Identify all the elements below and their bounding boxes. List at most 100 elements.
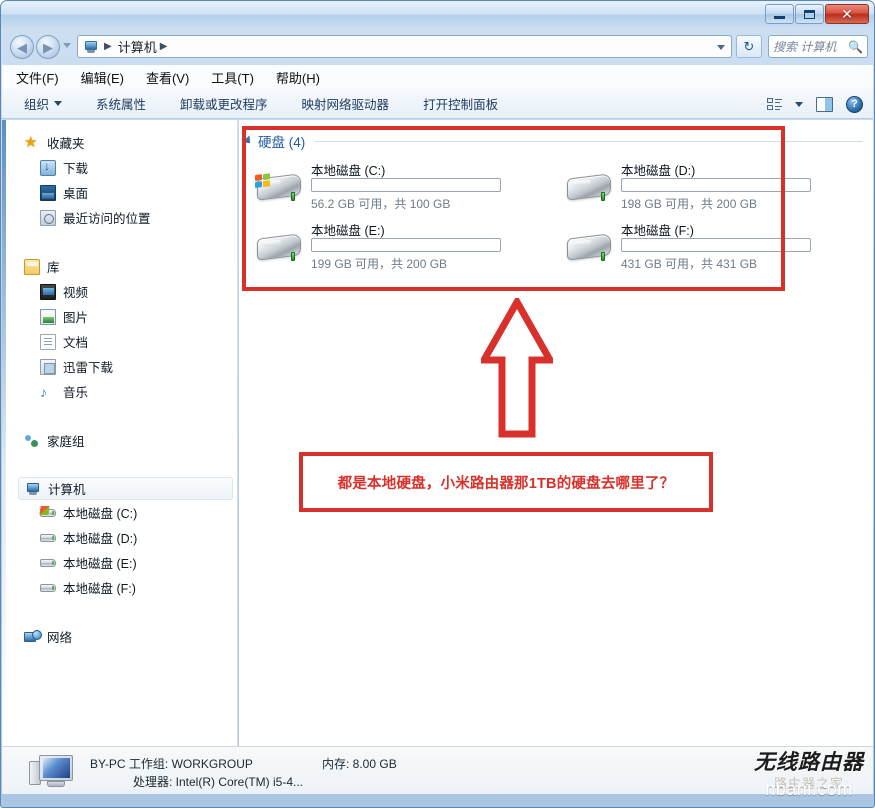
group-title: 硬盘 (4)	[258, 135, 306, 150]
search-input[interactable]: 搜索 计算机 🔍	[768, 35, 868, 58]
annotation-arrow-up-icon	[477, 294, 557, 438]
sidebar-item-computer[interactable]: 计算机	[18, 477, 233, 500]
pictures-icon	[40, 308, 56, 325]
change-view-icon[interactable]	[767, 97, 782, 111]
sidebar-item-favorites[interactable]: ★ 收藏夹	[2, 130, 237, 155]
status-memory: 内存: 8.00 GB	[322, 757, 397, 771]
star-icon: ★	[24, 133, 38, 151]
collapse-triangle-icon[interactable]	[242, 135, 254, 147]
sidebar-label-drive-d: 本地磁盘 (D:)	[63, 532, 138, 546]
maximize-button[interactable]	[795, 4, 824, 24]
sidebar-group-computer: 计算机 本地磁盘 (C:) 本地磁盘 (D:) 本地磁盘 (E:) 本地磁盘 (…	[2, 477, 237, 600]
drive-item-e[interactable]: 本地磁盘 (E:) 199 GB 可用，共 200 GB	[245, 216, 505, 274]
sidebar-group-homegroup: 家庭组	[2, 428, 237, 453]
sidebar-label-pictures: 图片	[63, 311, 89, 325]
view-chevron-down-icon[interactable]	[795, 101, 803, 107]
sidebar-label-downloads: 下载	[63, 162, 89, 176]
refresh-button[interactable]: ↻	[736, 35, 762, 58]
sidebar-item-desktop[interactable]: 桌面	[2, 180, 237, 205]
help-icon[interactable]: ?	[846, 95, 863, 113]
preview-pane-icon[interactable]	[816, 96, 833, 112]
back-button[interactable]: ◀	[10, 35, 34, 59]
sidebar-label-drive-f: 本地磁盘 (F:)	[63, 582, 136, 596]
annotation-note-text: 都是本地硬盘，小米路由器那1TB的硬盘去哪里了？	[337, 475, 675, 492]
drive-item-f[interactable]: 本地磁盘 (F:) 431 GB 可用，共 431 GB	[555, 216, 815, 274]
library-icon	[24, 258, 40, 275]
history-dropdown-icon[interactable]	[63, 43, 71, 48]
search-icon: 🔍	[848, 39, 863, 54]
sidebar-label-documents: 文档	[63, 336, 89, 350]
breadcrumb[interactable]: ▶ 计算机 ▶	[77, 35, 732, 58]
drive-usage-bar-f	[621, 238, 811, 252]
sidebar-item-videos[interactable]: 视频	[2, 279, 237, 304]
drive-usage-text-d: 198 GB 可用，共 200 GB	[621, 197, 758, 211]
menu-edit[interactable]: 编辑(E)	[81, 68, 124, 87]
sidebar-item-libraries[interactable]: 库	[2, 254, 237, 279]
sidebar-item-drive-c[interactable]: 本地磁盘 (C:)	[2, 500, 237, 525]
group-header-hard-disks[interactable]: 硬盘 (4)	[242, 131, 863, 151]
sidebar-item-downloads[interactable]: 下载	[2, 155, 237, 180]
sidebar-label-thunder-download: 迅雷下载	[63, 361, 114, 375]
uninstall-change-program-button[interactable]: 卸载或更改程序	[180, 94, 268, 113]
command-bar: 组织 系统属性 卸载或更改程序 映射网络驱动器 打开控制面板 ?	[2, 89, 873, 119]
organize-label: 组织	[24, 98, 50, 112]
minimize-icon	[774, 16, 785, 19]
sidebar-item-drive-d[interactable]: 本地磁盘 (D:)	[2, 525, 237, 550]
sidebar-item-thunder-download[interactable]: 迅雷下载	[2, 354, 237, 379]
sidebar-label-drive-c: 本地磁盘 (C:)	[63, 507, 138, 521]
sidebar-item-network[interactable]: 网络	[2, 624, 237, 649]
sidebar-label-videos: 视频	[63, 286, 89, 300]
forward-button[interactable]: ▶	[36, 35, 60, 59]
drive-usage-text-f: 431 GB 可用，共 431 GB	[621, 257, 758, 271]
watermark-url-text: nbahi.com	[765, 779, 853, 799]
breadcrumb-item-computer[interactable]: 计算机	[118, 37, 157, 56]
close-icon: ✕	[841, 5, 853, 22]
breadcrumb-separator-icon-2[interactable]: ▶	[160, 41, 168, 52]
sidebar-item-drive-f[interactable]: 本地磁盘 (F:)	[2, 575, 237, 600]
sidebar-item-recent-places[interactable]: 最近访问的位置	[2, 205, 237, 230]
menu-help[interactable]: 帮助(H)	[276, 68, 320, 87]
watermark: 无线路由器 路由器之家 nbahi.com	[749, 749, 869, 805]
sidebar-item-documents[interactable]: 文档	[2, 329, 237, 354]
desktop-icon	[40, 184, 56, 201]
watermark-chinese-text: 无线路由器	[754, 749, 864, 774]
sidebar-label-computer: 计算机	[48, 483, 86, 497]
sidebar-group-network: 网络	[2, 624, 237, 649]
sidebar-item-music[interactable]: ♪ 音乐	[2, 379, 237, 404]
organize-button[interactable]: 组织	[24, 94, 63, 113]
sidebar-item-homegroup[interactable]: 家庭组	[2, 428, 237, 453]
drive-item-c[interactable]: 本地磁盘 (C:) 56.2 GB 可用，共 100 GB	[245, 156, 505, 214]
sidebar-label-network: 网络	[47, 631, 73, 645]
open-control-panel-button[interactable]: 打开控制面板	[423, 94, 498, 113]
drive-item-d[interactable]: 本地磁盘 (D:) 198 GB 可用，共 200 GB	[555, 156, 815, 214]
refresh-icon: ↻	[743, 38, 755, 54]
menu-file[interactable]: 文件(F)	[16, 68, 59, 87]
documents-icon	[40, 333, 56, 350]
drive-name-e: 本地磁盘 (E:)	[311, 224, 385, 238]
explorer-window: ✕ ◀ ▶ ▶ 计算机 ▶ ↻ 搜索 计算机 🔍 文件(F) 编辑(E) 查看(…	[0, 0, 875, 808]
close-button[interactable]: ✕	[825, 4, 869, 24]
drive-icon	[40, 555, 56, 571]
menu-tools[interactable]: 工具(T)	[211, 68, 254, 87]
system-properties-button[interactable]: 系统属性	[96, 94, 146, 113]
chevron-down-icon[interactable]	[717, 45, 725, 50]
sidebar-item-drive-e[interactable]: 本地磁盘 (E:)	[2, 550, 237, 575]
back-arrow-icon: ◀	[17, 39, 27, 55]
drive-usage-text-e: 199 GB 可用，共 200 GB	[311, 257, 448, 271]
minimize-button[interactable]	[765, 4, 794, 24]
address-bar: ◀ ▶ ▶ 计算机 ▶ ↻ 搜索 计算机 🔍	[1, 29, 874, 65]
drive-usage-bar-d	[621, 178, 811, 192]
annotation-note-box: 都是本地硬盘，小米路由器那1TB的硬盘去哪里了？	[299, 452, 713, 512]
map-network-drive-button[interactable]: 映射网络驱动器	[302, 94, 390, 113]
status-bar: BY-PC 工作组: WORKGROUP 处理器: Intel(R) Core(…	[2, 746, 873, 794]
drive-icon	[563, 168, 615, 206]
drive-name-c: 本地磁盘 (C:)	[311, 164, 386, 178]
menu-view[interactable]: 查看(V)	[146, 68, 189, 87]
status-workgroup: BY-PC 工作组: WORKGROUP	[90, 757, 253, 771]
group-divider	[315, 140, 863, 142]
drive-usage-bar-e	[311, 238, 501, 252]
sidebar-item-pictures[interactable]: 图片	[2, 304, 237, 329]
pane-edge-gradient	[2, 120, 6, 746]
maximize-icon	[804, 9, 815, 19]
